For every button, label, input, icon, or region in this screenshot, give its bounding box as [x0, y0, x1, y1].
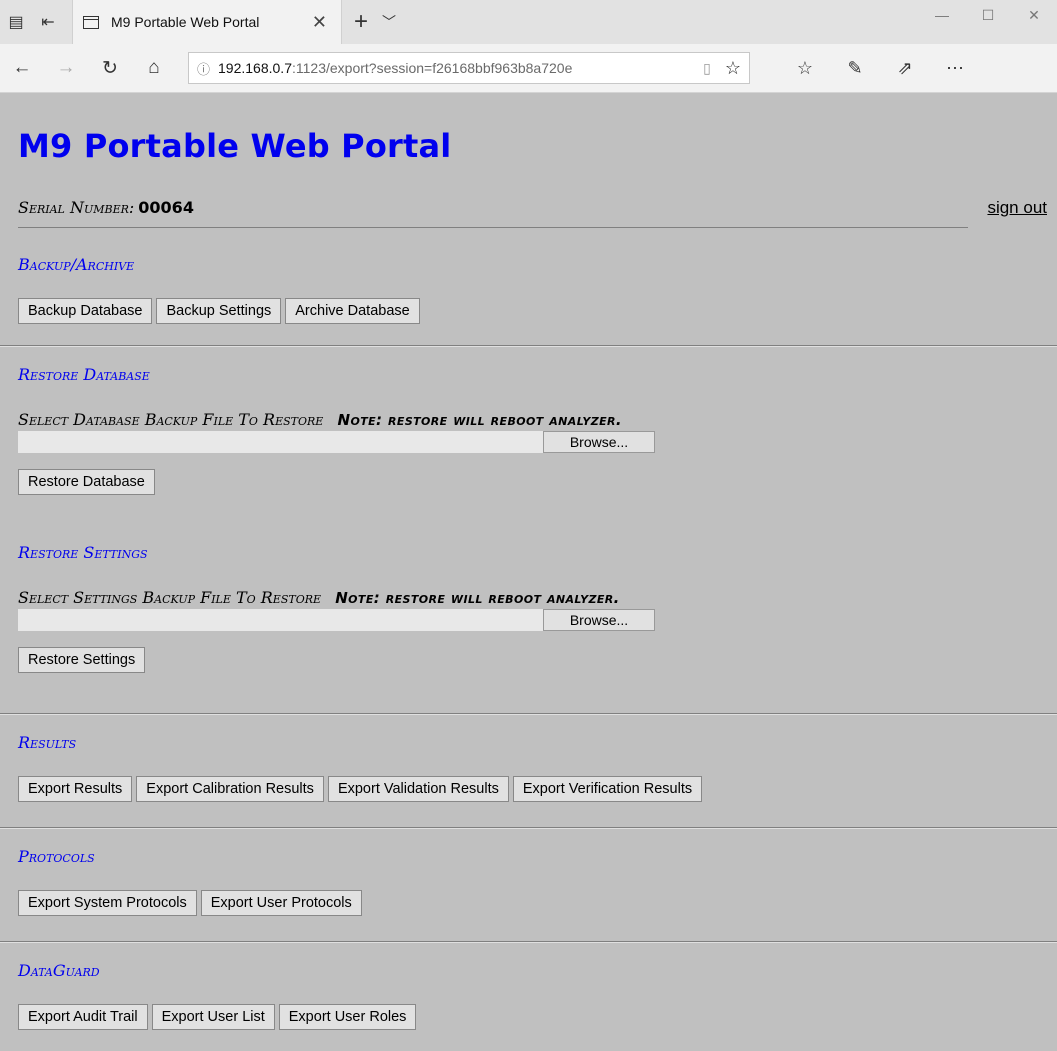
close-window-icon[interactable]: ✕: [1011, 0, 1057, 30]
share-icon[interactable]: ⇗: [880, 58, 930, 79]
toolbar-right: ☆ ✎ ⇗ ⋯: [780, 58, 980, 79]
tab-title: M9 Portable Web Portal: [111, 14, 260, 30]
back-icon[interactable]: ←: [0, 48, 44, 88]
export-audit-trail-button[interactable]: Export Audit Trail: [18, 1004, 148, 1030]
tab-preview-icon[interactable]: ▤: [0, 6, 32, 38]
browser-tab[interactable]: M9 Portable Web Portal ✕: [72, 0, 342, 44]
chevron-down-icon[interactable]: ﹀: [382, 12, 396, 32]
more-icon[interactable]: ⋯: [930, 58, 980, 79]
address-bar-row: ← → ↻ ⌂ ⓘ 192.168.0.7 :1123/export?sessi…: [0, 44, 1057, 93]
browse-database-button[interactable]: Browse...: [543, 431, 655, 453]
restore-database-button[interactable]: Restore Database: [18, 469, 155, 495]
export-system-protocols-button[interactable]: Export System Protocols: [18, 890, 197, 916]
protocols-section: Protocols Export System Protocols Export…: [18, 847, 1047, 916]
results-buttons: Export Results Export Calibration Result…: [18, 776, 1047, 802]
archive-database-button[interactable]: Archive Database: [285, 298, 420, 324]
database-file-input[interactable]: [18, 431, 543, 453]
section-title-results: Results: [18, 733, 77, 752]
url-path: :1123/export?session=f26168bbf963b8a720e: [291, 60, 573, 76]
info-icon[interactable]: ⓘ: [197, 59, 210, 78]
export-user-roles-button[interactable]: Export User Roles: [278, 1004, 417, 1030]
restore-database-section: Restore Database Select Database Backup …: [18, 365, 1047, 495]
page-content: M9 Portable Web Portal Serial Number: 00…: [0, 93, 1057, 1050]
restore-settings-row: Restore Settings: [18, 647, 1047, 673]
set-aside-tabs-icon[interactable]: ⇤: [32, 6, 64, 38]
export-validation-results-button[interactable]: Export Validation Results: [327, 776, 509, 802]
export-user-protocols-button[interactable]: Export User Protocols: [200, 890, 362, 916]
refresh-icon[interactable]: ↻: [88, 48, 132, 88]
forward-icon[interactable]: →: [44, 48, 88, 88]
divider: [0, 345, 1057, 347]
maximize-icon[interactable]: ☐: [965, 0, 1011, 30]
divider: [0, 941, 1057, 943]
serial-label: Serial Number:: [18, 198, 135, 217]
select-settings-label: Select Settings Backup File To Restore: [18, 588, 322, 607]
divider: [0, 713, 1057, 715]
backup-database-button[interactable]: Backup Database: [18, 298, 153, 324]
notes-pen-icon[interactable]: ✎: [830, 58, 880, 79]
section-title-protocols: Protocols: [18, 847, 95, 866]
home-icon[interactable]: ⌂: [132, 48, 176, 88]
window-controls: — ☐ ✕: [919, 0, 1057, 30]
favorites-icon[interactable]: ☆: [780, 58, 830, 79]
serial-row: Serial Number: 00064 sign out: [18, 198, 1047, 217]
serial-value: 00064: [138, 198, 194, 217]
section-title-restore-database: Restore Database: [18, 365, 150, 384]
url-host: 192.168.0.7: [218, 60, 292, 76]
select-database-label: Select Database Backup File To Restore: [18, 410, 324, 429]
dataguard-buttons: Export Audit Trail Export User List Expo…: [18, 1004, 1047, 1030]
select-settings-label-row: Select Settings Backup File To Restore N…: [18, 588, 1047, 607]
database-file-picker: Browse...: [18, 431, 1047, 453]
settings-file-input[interactable]: [18, 609, 543, 631]
tab-bar: ▤ ⇤ M9 Portable Web Portal ✕ + ﹀ — ☐ ✕: [0, 0, 1057, 44]
backup-section: Backup/Archive Backup Database Backup Se…: [18, 255, 1047, 324]
restore-note: Note: restore will reboot analyzer.: [335, 589, 620, 607]
page-icon: [83, 15, 99, 29]
restore-settings-button[interactable]: Restore Settings: [18, 647, 146, 673]
restore-note: Note: restore will reboot analyzer.: [337, 411, 623, 429]
backup-buttons: Backup Database Backup Settings Archive …: [18, 298, 1047, 324]
results-section: Results Export Results Export Calibratio…: [18, 733, 1047, 802]
section-title-restore-settings: Restore Settings: [18, 543, 148, 562]
section-title-backup: Backup/Archive: [18, 255, 135, 274]
export-results-button[interactable]: Export Results: [18, 776, 133, 802]
close-tab-icon[interactable]: ✕: [308, 12, 331, 33]
export-user-list-button[interactable]: Export User List: [151, 1004, 275, 1030]
browse-settings-button[interactable]: Browse...: [543, 609, 655, 631]
divider: [0, 827, 1057, 829]
minimize-icon[interactable]: —: [919, 0, 965, 30]
settings-file-picker: Browse...: [18, 609, 1047, 631]
url-field[interactable]: ⓘ 192.168.0.7 :1123/export?session=f2616…: [188, 52, 750, 84]
export-calibration-results-button[interactable]: Export Calibration Results: [136, 776, 324, 802]
reading-view-icon[interactable]: ▯: [703, 60, 711, 77]
new-tab-icon[interactable]: +: [354, 8, 368, 36]
restore-database-row: Restore Database: [18, 469, 1047, 495]
restore-settings-section: Restore Settings Select Settings Backup …: [18, 543, 1047, 673]
backup-settings-button[interactable]: Backup Settings: [156, 298, 282, 324]
select-database-label-row: Select Database Backup File To Restore N…: [18, 410, 1047, 429]
section-title-dataguard: DataGuard: [18, 961, 100, 980]
dataguard-section: DataGuard Export Audit Trail Export User…: [18, 961, 1047, 1030]
export-verification-results-button[interactable]: Export Verification Results: [512, 776, 703, 802]
browser-chrome: ▤ ⇤ M9 Portable Web Portal ✕ + ﹀ — ☐ ✕ ←…: [0, 0, 1057, 93]
page-title: M9 Portable Web Portal: [18, 127, 452, 165]
favorite-star-icon[interactable]: ☆: [725, 58, 741, 79]
protocols-buttons: Export System Protocols Export User Prot…: [18, 890, 1047, 916]
sign-out-link[interactable]: sign out: [987, 198, 1047, 218]
divider: [18, 227, 968, 228]
